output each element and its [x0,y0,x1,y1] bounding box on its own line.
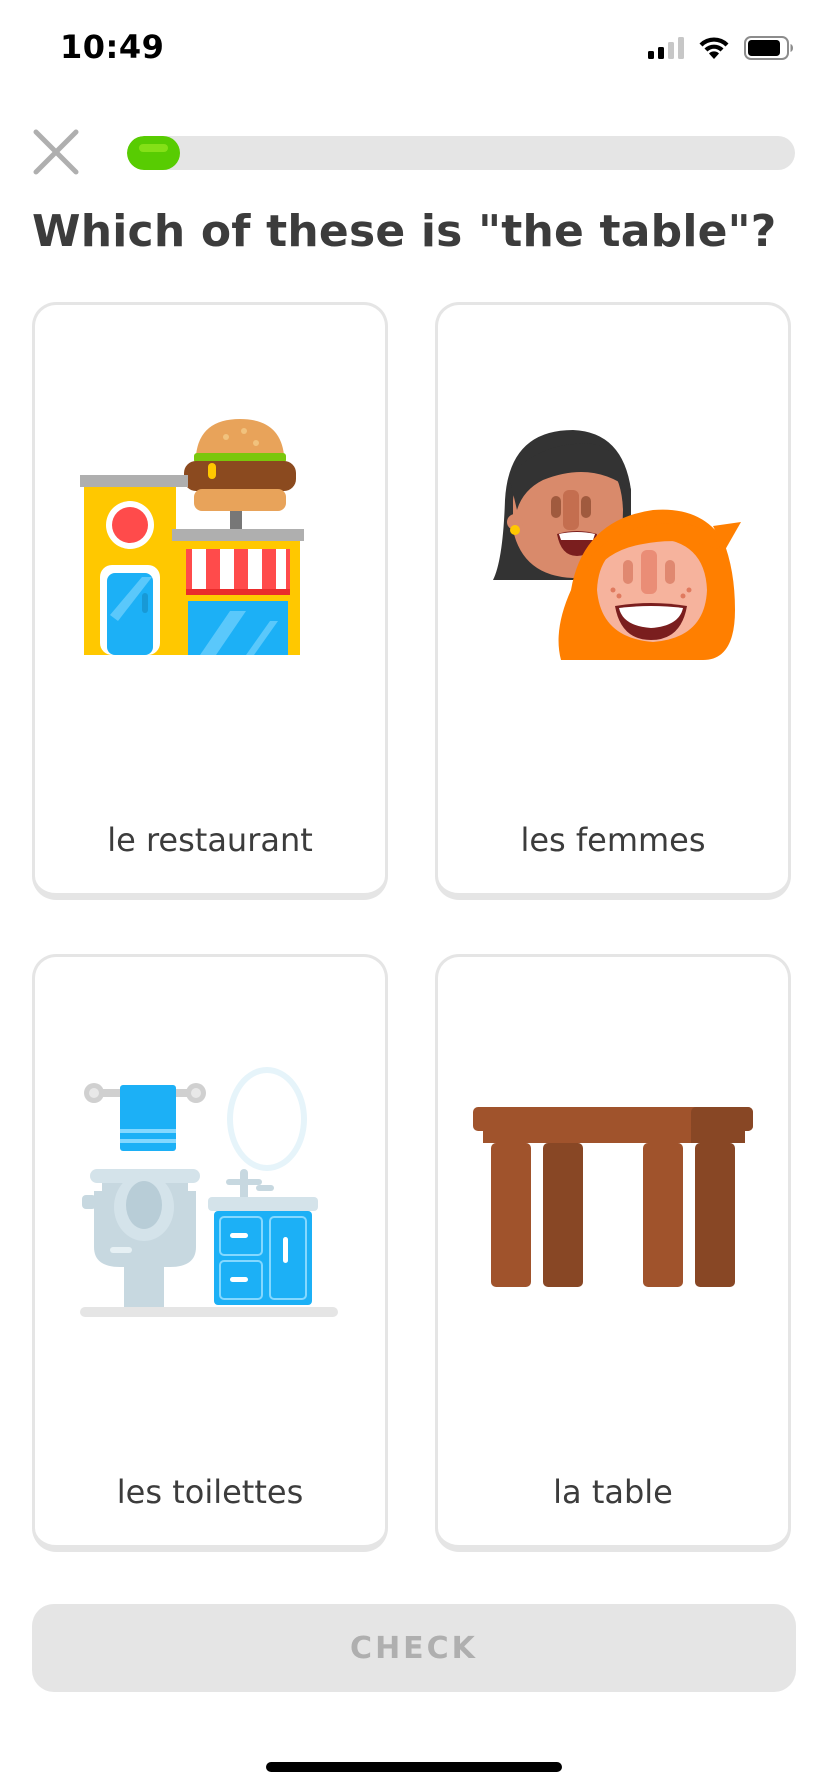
option-label: le restaurant [107,821,313,859]
battery-icon [744,36,793,60]
cellular-signal-icon [648,37,684,59]
status-bar: 10:49 [0,0,828,100]
toilets-illustration [35,957,385,1427]
progress-fill [127,136,181,170]
lesson-progress-bar [127,136,795,170]
restaurant-icon [80,419,304,655]
option-label: la table [553,1473,673,1511]
restaurant-illustration [35,305,385,775]
women-illustration [438,305,788,775]
women-icon [493,430,741,660]
status-time: 10:49 [60,28,165,66]
home-indicator[interactable] [266,1762,562,1772]
close-button[interactable] [30,126,82,178]
close-icon [33,129,79,175]
option-card-toilets[interactable]: les toilettes [32,954,388,1552]
check-button[interactable]: CHECK [32,1604,796,1692]
lesson-header [0,120,828,190]
wifi-icon [699,37,729,59]
option-label: les toilettes [116,1473,304,1511]
toilet-icon [80,1067,338,1317]
table-icon [473,1107,753,1287]
question-prompt: Which of these is "the table"? [32,206,777,257]
table-illustration [438,957,788,1427]
option-card-women[interactable]: les femmes [435,302,791,900]
option-card-restaurant[interactable]: le restaurant [32,302,388,900]
status-icons [648,36,794,60]
option-card-table[interactable]: la table [435,954,791,1552]
option-label: les femmes [520,821,706,859]
